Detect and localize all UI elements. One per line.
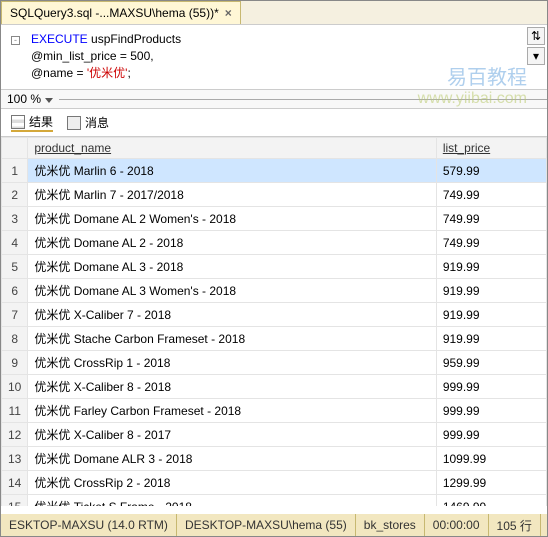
- cell-list-price[interactable]: 1469.99: [436, 495, 546, 507]
- table-row[interactable]: 3优米优 Domane AL 2 Women's - 2018749.99: [2, 207, 547, 231]
- status-time: 00:00:00: [425, 514, 489, 536]
- tab-label: 结果: [29, 113, 53, 130]
- cell-product-name[interactable]: 优米优 Domane AL 2 - 2018: [28, 231, 436, 255]
- code-text: @name =: [31, 66, 87, 80]
- table-row[interactable]: 12优米优 X-Caliber 8 - 2017999.99: [2, 423, 547, 447]
- column-header[interactable]: list_price: [436, 138, 546, 159]
- table-row[interactable]: 15优米优 Ticket S Frame - 20181469.99: [2, 495, 547, 507]
- row-number: 3: [2, 207, 28, 231]
- cell-list-price[interactable]: 749.99: [436, 231, 546, 255]
- cell-list-price[interactable]: 919.99: [436, 303, 546, 327]
- cell-list-price[interactable]: 1099.99: [436, 447, 546, 471]
- cell-list-price[interactable]: 999.99: [436, 375, 546, 399]
- status-server: ESKTOP-MAXSU (14.0 RTM): [1, 514, 177, 536]
- results-table: product_name list_price 1优米优 Marlin 6 - …: [1, 137, 547, 506]
- tab-title: SQLQuery3.sql -...MAXSU\hema (55))*: [10, 6, 219, 20]
- cell-list-price[interactable]: 579.99: [436, 159, 546, 183]
- close-icon[interactable]: ×: [225, 6, 232, 20]
- status-db: bk_stores: [356, 514, 425, 536]
- cell-product-name[interactable]: 优米优 Domane ALR 3 - 2018: [28, 447, 436, 471]
- results-panel-tabs: 结果 消息: [1, 109, 547, 136]
- table-row[interactable]: 5优米优 Domane AL 3 - 2018919.99: [2, 255, 547, 279]
- results-grid[interactable]: product_name list_price 1优米优 Marlin 6 - …: [1, 136, 547, 506]
- cell-list-price[interactable]: 919.99: [436, 255, 546, 279]
- row-number: 10: [2, 375, 28, 399]
- tab-label: 消息: [85, 114, 109, 131]
- cell-product-name[interactable]: 优米优 X-Caliber 8 - 2018: [28, 375, 436, 399]
- table-row[interactable]: 13优米优 Domane ALR 3 - 20181099.99: [2, 447, 547, 471]
- zoom-selector[interactable]: 100 %: [1, 92, 59, 106]
- row-number: 4: [2, 231, 28, 255]
- row-number: 15: [2, 495, 28, 507]
- grid-icon: [11, 115, 25, 129]
- row-number: 6: [2, 279, 28, 303]
- sql-editor[interactable]: - EXECUTE uspFindProducts @min_list_pric…: [1, 25, 547, 89]
- cell-product-name[interactable]: 优米优 CrossRip 1 - 2018: [28, 351, 436, 375]
- row-number: 14: [2, 471, 28, 495]
- code-text: uspFindProducts: [88, 32, 181, 46]
- table-row[interactable]: 9优米优 CrossRip 1 - 2018959.99: [2, 351, 547, 375]
- divider-line: [59, 99, 547, 100]
- cell-product-name[interactable]: 优米优 Marlin 6 - 2018: [28, 159, 436, 183]
- table-row[interactable]: 11优米优 Farley Carbon Frameset - 2018999.9…: [2, 399, 547, 423]
- cell-list-price[interactable]: 749.99: [436, 207, 546, 231]
- cell-product-name[interactable]: 优米优 Domane AL 3 Women's - 2018: [28, 279, 436, 303]
- row-number: 2: [2, 183, 28, 207]
- cell-list-price[interactable]: 1299.99: [436, 471, 546, 495]
- row-number: 12: [2, 423, 28, 447]
- row-number: 5: [2, 255, 28, 279]
- cell-product-name[interactable]: 优米优 X-Caliber 7 - 2018: [28, 303, 436, 327]
- code-text: ;: [127, 66, 130, 80]
- cell-product-name[interactable]: 优米优 Domane AL 3 - 2018: [28, 255, 436, 279]
- table-row[interactable]: 4优米优 Domane AL 2 - 2018749.99: [2, 231, 547, 255]
- split-up-icon[interactable]: ⇅: [527, 27, 545, 45]
- table-row[interactable]: 1优米优 Marlin 6 - 2018579.99: [2, 159, 547, 183]
- caret-icon[interactable]: ▾: [527, 47, 545, 65]
- status-bar: ESKTOP-MAXSU (14.0 RTM) DESKTOP-MAXSU\he…: [1, 514, 547, 536]
- cell-product-name[interactable]: 优米优 Marlin 7 - 2017/2018: [28, 183, 436, 207]
- cell-product-name[interactable]: 优米优 Domane AL 2 Women's - 2018: [28, 207, 436, 231]
- cell-list-price[interactable]: 999.99: [436, 423, 546, 447]
- table-row[interactable]: 6优米优 Domane AL 3 Women's - 2018919.99: [2, 279, 547, 303]
- cell-list-price[interactable]: 919.99: [436, 279, 546, 303]
- chevron-down-icon: [45, 98, 53, 103]
- code-text: @min_list_price = 500,: [31, 48, 537, 65]
- cell-product-name[interactable]: 优米优 X-Caliber 8 - 2017: [28, 423, 436, 447]
- editor-divider: 100 %: [1, 89, 547, 109]
- string-literal: '优米优': [87, 66, 128, 80]
- cell-product-name[interactable]: 优米优 Ticket S Frame - 2018: [28, 495, 436, 507]
- message-icon: [67, 116, 81, 130]
- status-rows: 105 行: [489, 514, 541, 536]
- collapse-icon[interactable]: -: [11, 31, 20, 48]
- cell-list-price[interactable]: 919.99: [436, 327, 546, 351]
- row-number: 11: [2, 399, 28, 423]
- row-number: 7: [2, 303, 28, 327]
- cell-product-name[interactable]: 优米优 Stache Carbon Frameset - 2018: [28, 327, 436, 351]
- table-row[interactable]: 7优米优 X-Caliber 7 - 2018919.99: [2, 303, 547, 327]
- keyword: EXECUTE: [31, 32, 88, 46]
- tab-messages[interactable]: 消息: [67, 114, 109, 131]
- table-row[interactable]: 14优米优 CrossRip 2 - 20181299.99: [2, 471, 547, 495]
- cell-list-price[interactable]: 999.99: [436, 399, 546, 423]
- document-tab-bar: SQLQuery3.sql -...MAXSU\hema (55))* ×: [1, 1, 547, 25]
- status-user: DESKTOP-MAXSU\hema (55): [177, 514, 356, 536]
- cell-product-name[interactable]: 优米优 Farley Carbon Frameset - 2018: [28, 399, 436, 423]
- table-row[interactable]: 2优米优 Marlin 7 - 2017/2018749.99: [2, 183, 547, 207]
- row-number: 9: [2, 351, 28, 375]
- row-header-corner: [2, 138, 28, 159]
- column-header[interactable]: product_name: [28, 138, 436, 159]
- table-row[interactable]: 8优米优 Stache Carbon Frameset - 2018919.99: [2, 327, 547, 351]
- document-tab[interactable]: SQLQuery3.sql -...MAXSU\hema (55))* ×: [1, 1, 241, 24]
- cell-product-name[interactable]: 优米优 CrossRip 2 - 2018: [28, 471, 436, 495]
- row-number: 1: [2, 159, 28, 183]
- cell-list-price[interactable]: 749.99: [436, 183, 546, 207]
- row-number: 13: [2, 447, 28, 471]
- table-row[interactable]: 10优米优 X-Caliber 8 - 2018999.99: [2, 375, 547, 399]
- row-number: 8: [2, 327, 28, 351]
- tab-results[interactable]: 结果: [11, 113, 53, 132]
- cell-list-price[interactable]: 959.99: [436, 351, 546, 375]
